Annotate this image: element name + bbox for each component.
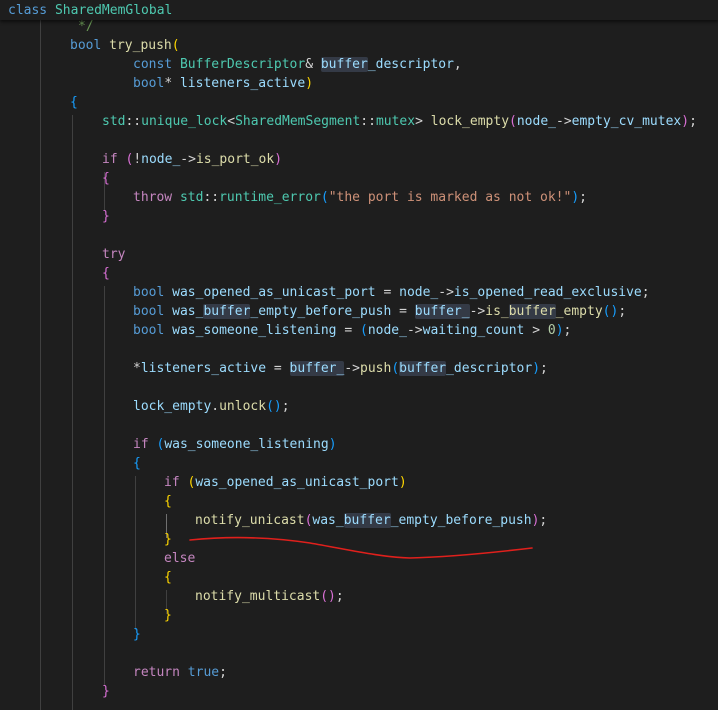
red-scribble-underline [189, 536, 533, 559]
code-editor[interactable]: */bool try_push(const BufferDescriptor& … [0, 0, 718, 710]
red-underline-annotation [189, 536, 533, 559]
